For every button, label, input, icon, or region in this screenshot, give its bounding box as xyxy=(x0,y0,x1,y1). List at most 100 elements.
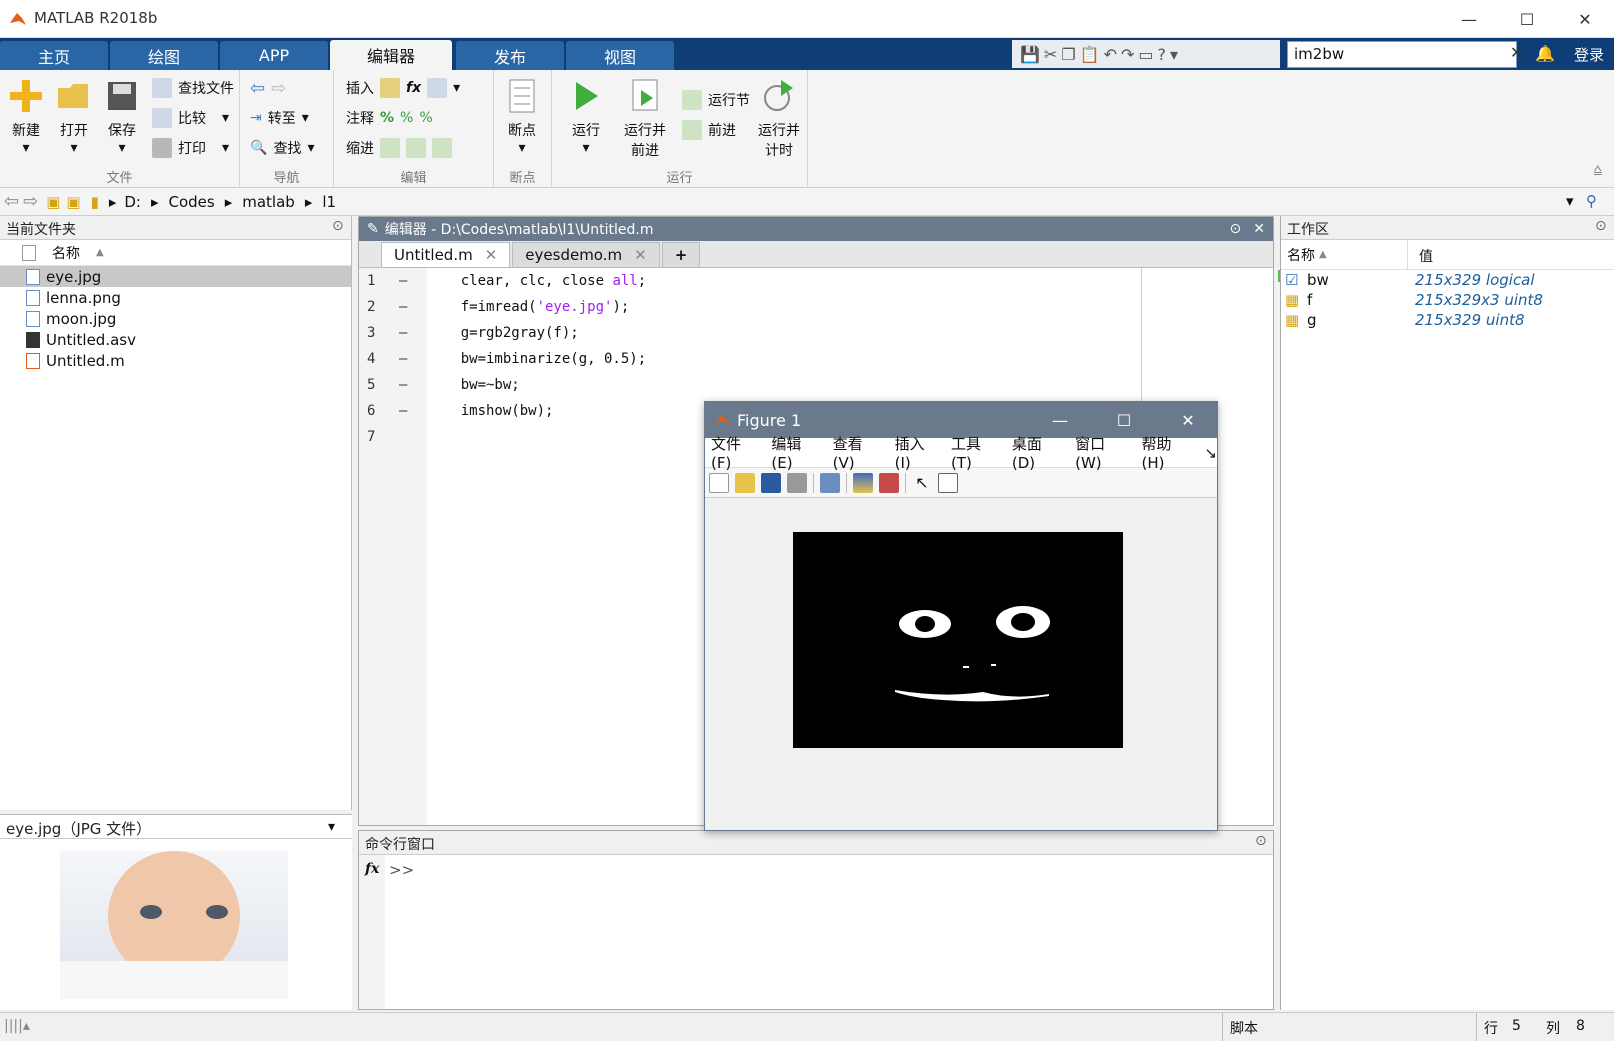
property-editor-icon[interactable] xyxy=(938,472,958,493)
tab-untitled-m[interactable]: Untitled.m ✕ xyxy=(381,242,511,267)
file-item[interactable]: Untitled.asv xyxy=(0,329,351,350)
paste-icon[interactable]: 📋 xyxy=(1080,45,1100,64)
code-line[interactable]: bw=imbinarize(g, 0.5); xyxy=(427,346,1273,372)
figure-window[interactable]: Figure 1 — ☐ ✕ 文件(F) 编辑(E) 查看(V) 插入(I) 工… xyxy=(704,401,1218,831)
workspace-var[interactable]: ☑ bw 215x329 logical xyxy=(1281,270,1614,290)
menu-insert[interactable]: 插入(I) xyxy=(895,433,939,472)
forward-arrow-icon[interactable]: ⇨ xyxy=(271,78,286,99)
cut-icon[interactable]: ✂ xyxy=(1044,45,1057,64)
find-files-button[interactable]: 查找文件 xyxy=(152,78,234,98)
workspace-menu-icon[interactable]: ⊙ xyxy=(1595,218,1607,234)
decrease-indent-icon[interactable] xyxy=(432,138,452,158)
minimize-button[interactable]: — xyxy=(1440,0,1498,38)
run-button[interactable]: 运行 ▾ xyxy=(566,76,606,156)
file-item[interactable]: moon.jpg xyxy=(0,308,351,329)
panel-menu-icon[interactable]: ⊙ xyxy=(332,218,344,234)
code-line[interactable]: f=imread('eye.jpg'); xyxy=(427,294,1273,320)
save-figure-icon[interactable] xyxy=(761,472,781,493)
increase-indent-icon[interactable] xyxy=(406,138,426,158)
command-window[interactable]: 命令行窗口 ⊙ fx >> xyxy=(358,830,1274,1010)
tab-apps[interactable]: APP xyxy=(220,41,328,70)
details-collapse-icon[interactable]: ▾ xyxy=(328,819,335,835)
save-icon[interactable]: 💾 xyxy=(1020,45,1040,64)
menu-desktop[interactable]: 桌面(D) xyxy=(1012,433,1063,472)
search-input[interactable]: im2bw xyxy=(1287,41,1517,68)
path-segment[interactable]: matlab xyxy=(242,193,295,211)
wrap-comment-icon[interactable]: % xyxy=(419,110,432,126)
column-header[interactable]: 名称 ▲ xyxy=(0,240,351,266)
compare-button[interactable]: 比较 ▾ xyxy=(152,108,229,128)
clear-search-icon[interactable]: ✕ xyxy=(1510,43,1523,62)
help-icon[interactable]: ? xyxy=(1158,45,1167,64)
menu-window[interactable]: 窗口(W) xyxy=(1075,433,1129,472)
open-button[interactable]: 打开 ▾ xyxy=(54,76,94,156)
workspace-var[interactable]: ▦ f 215x329x3 uint8 xyxy=(1281,290,1614,310)
path-segment[interactable]: Codes xyxy=(169,193,215,211)
menu-edit[interactable]: 编辑(E) xyxy=(771,433,820,472)
breakpoints-button[interactable]: 断点 ▾ xyxy=(502,76,542,156)
link-plot-icon[interactable] xyxy=(820,472,840,493)
close-tab-icon[interactable]: ✕ xyxy=(485,246,498,264)
menu-help[interactable]: 帮助(H) xyxy=(1141,433,1192,472)
new-tab-button[interactable]: + xyxy=(661,242,701,267)
insert-dropdown-icon[interactable]: ▾ xyxy=(453,80,460,96)
find-button[interactable]: 🔍 查找 ▾ xyxy=(250,138,314,158)
smart-indent-icon[interactable] xyxy=(380,138,400,158)
collapse-ribbon-icon[interactable]: ⩠ xyxy=(1593,162,1602,178)
fx-icon[interactable]: fx xyxy=(365,861,379,877)
uncomment-icon[interactable]: % xyxy=(400,110,413,126)
code-line[interactable]: clear, clc, close all; xyxy=(427,268,1273,294)
copy-icon[interactable]: ❐ xyxy=(1061,45,1075,64)
insert-function-icon[interactable] xyxy=(427,78,448,98)
insert-section-icon[interactable] xyxy=(380,78,400,98)
run-section-button[interactable]: 运行节 xyxy=(682,90,750,110)
figure-maximize-button[interactable]: ☐ xyxy=(1095,411,1153,430)
maximize-button[interactable]: ☐ xyxy=(1498,0,1556,38)
up-folder-icon[interactable]: ▣ xyxy=(46,193,60,211)
back-arrow-icon[interactable]: ⇦ xyxy=(250,78,265,99)
workspace-var[interactable]: ▦ g 215x329 uint8 xyxy=(1281,310,1614,330)
file-item[interactable]: eye.jpg xyxy=(0,266,351,287)
fx-icon[interactable]: fx xyxy=(406,80,421,96)
command-menu-icon[interactable]: ⊙ xyxy=(1255,833,1267,849)
advance-button[interactable]: 前进 xyxy=(682,120,736,140)
run-and-advance-button[interactable]: 运行并 前进 xyxy=(624,76,666,160)
login-button[interactable]: 登录 xyxy=(1574,44,1604,65)
undo-icon[interactable]: ↶ xyxy=(1104,45,1117,64)
tab-home[interactable]: 主页 xyxy=(0,41,108,70)
file-item[interactable]: lenna.png xyxy=(0,287,351,308)
menu-file[interactable]: 文件(F) xyxy=(711,433,759,472)
file-item[interactable]: Untitled.m xyxy=(0,350,351,371)
open-file-icon[interactable] xyxy=(735,472,755,493)
close-editor-icon[interactable]: ✕ xyxy=(1253,221,1265,237)
forward-icon[interactable]: ⇨ xyxy=(23,191,38,212)
menu-view[interactable]: 查看(V) xyxy=(833,433,883,472)
figure-close-button[interactable]: ✕ xyxy=(1159,411,1217,430)
tab-publish[interactable]: 发布 xyxy=(456,41,564,70)
browse-folder-icon[interactable]: ▣ xyxy=(66,193,80,211)
figure-minimize-button[interactable]: — xyxy=(1031,411,1089,430)
code-line[interactable]: g=rgb2gray(f); xyxy=(427,320,1273,346)
tab-plots[interactable]: 绘图 xyxy=(110,41,218,70)
run-and-time-button[interactable]: 运行并 计时 xyxy=(758,76,800,160)
search-folder-icon[interactable]: ⚲ xyxy=(1586,192,1597,210)
tab-editor[interactable]: 编辑器 xyxy=(330,40,452,70)
editor-menu-icon[interactable]: ⊙ xyxy=(1230,221,1242,237)
back-icon[interactable]: ⇦ xyxy=(4,191,19,212)
workspace-header[interactable]: 名称 ▲ 值 xyxy=(1281,240,1614,270)
bell-icon[interactable]: 🔔 xyxy=(1535,44,1555,63)
tab-view[interactable]: 视图 xyxy=(566,41,674,70)
edit-plot-icon[interactable]: ↖ xyxy=(912,473,932,493)
print-figure-icon[interactable] xyxy=(787,472,807,493)
redo-icon[interactable]: ↷ xyxy=(1121,45,1134,64)
legend-icon[interactable] xyxy=(879,472,899,493)
path-segment[interactable]: l1 xyxy=(322,193,336,211)
colorbar-icon[interactable] xyxy=(853,472,873,493)
breakpoint-column[interactable]: — — — — — — xyxy=(399,268,427,825)
address-dropdown-icon[interactable]: ▾ xyxy=(1566,192,1574,210)
print-button[interactable]: 打印 ▾ xyxy=(152,138,229,158)
switch-windows-icon[interactable]: ▭ xyxy=(1138,45,1153,64)
close-button[interactable]: ✕ xyxy=(1556,0,1614,38)
dock-icon[interactable]: ↘ xyxy=(1204,444,1217,462)
new-figure-icon[interactable] xyxy=(709,472,729,493)
